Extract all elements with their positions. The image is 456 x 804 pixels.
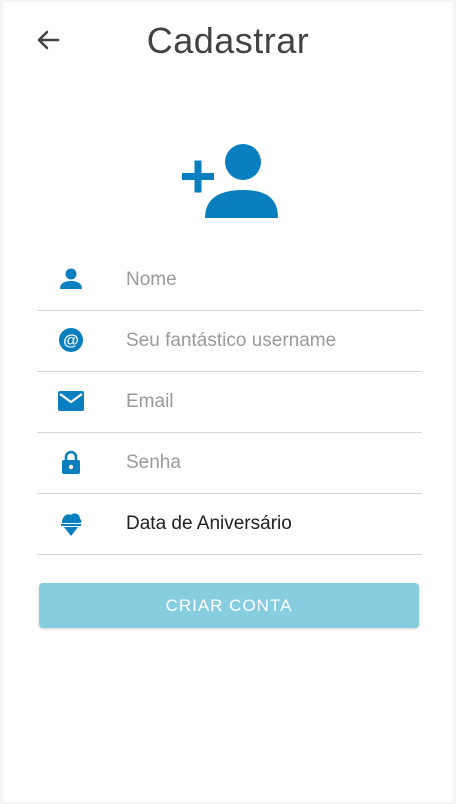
password-row [37,433,422,494]
birthday-field[interactable]: Data de Aniversário [126,494,416,554]
username-row: @ [37,311,422,372]
email-input[interactable] [126,372,416,432]
email-row [37,372,422,433]
svg-text:@: @ [63,333,79,350]
page-title: Cadastrar [146,20,310,61]
person-icon [60,268,82,289]
at-icon: @ [59,328,83,352]
name-row [37,250,422,311]
name-input[interactable] [126,250,416,310]
signup-screen: Cadastrar @ [3,2,453,802]
person-add-icon [182,144,278,218]
create-account-button[interactable]: CRIAR CONTA [39,583,419,628]
birthday-row[interactable]: Data de Aniversário [37,494,422,555]
lock-icon [62,450,80,474]
cake-icon [61,513,82,536]
username-input[interactable] [126,311,416,371]
password-input[interactable] [126,433,416,493]
email-icon [58,391,84,411]
signup-form: @ Data de Aniversár [37,250,422,555]
